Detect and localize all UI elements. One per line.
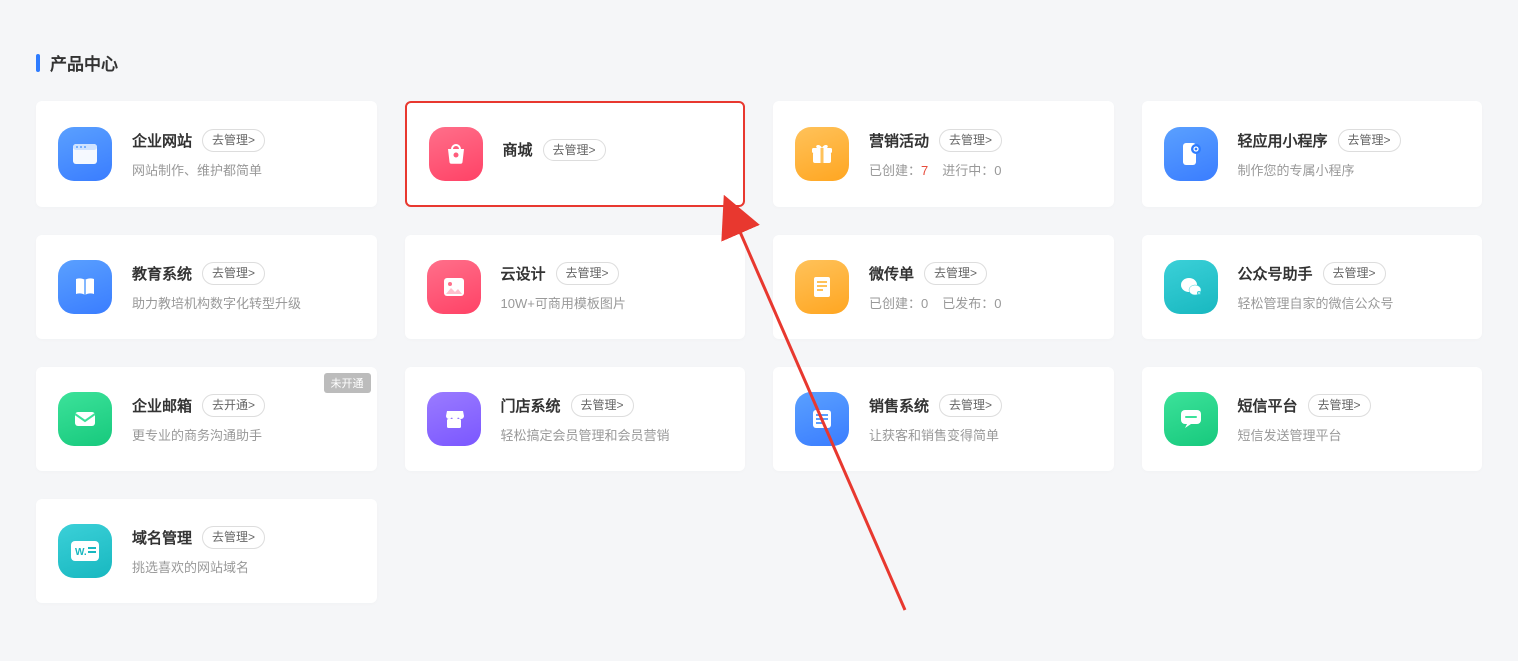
image-icon xyxy=(427,260,481,314)
manage-button[interactable]: 去管理> xyxy=(1323,262,1386,285)
doc-icon xyxy=(795,260,849,314)
card-title: 云设计 xyxy=(501,263,546,284)
svg-text:W.: W. xyxy=(75,547,87,558)
section-title-bar xyxy=(36,54,40,72)
card-mall[interactable]: 商城 去管理> xyxy=(405,101,746,207)
card-mail[interactable]: 未开通 企业邮箱 去开通> 更专业的商务沟通助手 xyxy=(36,367,377,471)
card-title: 门店系统 xyxy=(501,395,561,416)
manage-button[interactable]: 去管理> xyxy=(202,526,265,549)
card-desc: 短信发送管理平台 xyxy=(1238,425,1461,444)
status-badge: 未开通 xyxy=(324,373,371,393)
card-wechat[interactable]: 公众号助手 去管理> 轻松管理自家的微信公众号 xyxy=(1142,235,1483,339)
card-stats: 已创建：0 已发布：0 xyxy=(869,293,1092,312)
card-marketing[interactable]: 营销活动 去管理> 已创建：7 进行中：0 xyxy=(773,101,1114,207)
manage-button[interactable]: 去管理> xyxy=(1338,129,1401,152)
store-icon xyxy=(427,392,481,446)
manage-button[interactable]: 去管理> xyxy=(924,262,987,285)
card-desc: 挑选喜欢的网站域名 xyxy=(132,557,355,576)
card-title: 教育系统 xyxy=(132,263,192,284)
section-title-text: 产品中心 xyxy=(50,50,118,75)
card-stats: 已创建：7 进行中：0 xyxy=(869,160,1092,179)
manage-button[interactable]: 去管理> xyxy=(571,394,634,417)
manage-button[interactable]: 去管理> xyxy=(939,129,1002,152)
card-title: 营销活动 xyxy=(869,130,929,151)
card-title: 销售系统 xyxy=(869,395,929,416)
card-website[interactable]: 企业网站 去管理> 网站制作、维护都简单 xyxy=(36,101,377,207)
list-icon xyxy=(795,392,849,446)
manage-button[interactable]: 去管理> xyxy=(543,139,606,162)
section-title: 产品中心 xyxy=(36,50,1482,75)
card-edu[interactable]: 教育系统 去管理> 助力教培机构数字化转型升级 xyxy=(36,235,377,339)
domain-icon: W. xyxy=(58,524,112,578)
card-title: 商城 xyxy=(503,139,533,160)
card-desc: 更专业的商务沟通助手 xyxy=(132,425,355,444)
card-desc: 网站制作、维护都简单 xyxy=(132,160,355,179)
manage-button[interactable]: 去管理> xyxy=(202,262,265,285)
bag-icon xyxy=(429,127,483,181)
card-miniapp[interactable]: 轻应用小程序 去管理> 制作您的专属小程序 xyxy=(1142,101,1483,207)
card-design[interactable]: 云设计 去管理> 10W+可商用模板图片 xyxy=(405,235,746,339)
card-flyer[interactable]: 微传单 去管理> 已创建：0 已发布：0 xyxy=(773,235,1114,339)
card-title: 企业网站 xyxy=(132,130,192,151)
card-title: 微传单 xyxy=(869,263,914,284)
card-title: 企业邮箱 xyxy=(132,395,192,416)
card-desc: 轻松搞定会员管理和会员营销 xyxy=(501,425,724,444)
card-desc: 轻松管理自家的微信公众号 xyxy=(1238,293,1461,312)
card-title: 域名管理 xyxy=(132,527,192,548)
window-icon xyxy=(58,127,112,181)
card-sms[interactable]: 短信平台 去管理> 短信发送管理平台 xyxy=(1142,367,1483,471)
card-desc: 助力教培机构数字化转型升级 xyxy=(132,293,355,312)
chat-icon xyxy=(1164,392,1218,446)
card-title: 短信平台 xyxy=(1238,395,1298,416)
card-sales[interactable]: 销售系统 去管理> 让获客和销售变得简单 xyxy=(773,367,1114,471)
manage-button[interactable]: 去管理> xyxy=(939,394,1002,417)
manage-button[interactable]: 去管理> xyxy=(202,129,265,152)
card-title: 轻应用小程序 xyxy=(1238,130,1328,151)
manage-button[interactable]: 去管理> xyxy=(556,262,619,285)
gift-icon xyxy=(795,127,849,181)
mail-icon xyxy=(58,392,112,446)
card-desc: 10W+可商用模板图片 xyxy=(501,293,724,312)
card-domain[interactable]: W. 域名管理 去管理> 挑选喜欢的网站域名 xyxy=(36,499,377,603)
manage-button[interactable]: 去管理> xyxy=(1308,394,1371,417)
phone-swap-icon xyxy=(1164,127,1218,181)
card-shop[interactable]: 门店系统 去管理> 轻松搞定会员管理和会员营销 xyxy=(405,367,746,471)
card-desc: 制作您的专属小程序 xyxy=(1238,160,1461,179)
activate-button[interactable]: 去开通> xyxy=(202,394,265,417)
wechat-icon xyxy=(1164,260,1218,314)
card-title: 公众号助手 xyxy=(1238,263,1313,284)
book-icon xyxy=(58,260,112,314)
card-desc: 让获客和销售变得简单 xyxy=(869,425,1092,444)
